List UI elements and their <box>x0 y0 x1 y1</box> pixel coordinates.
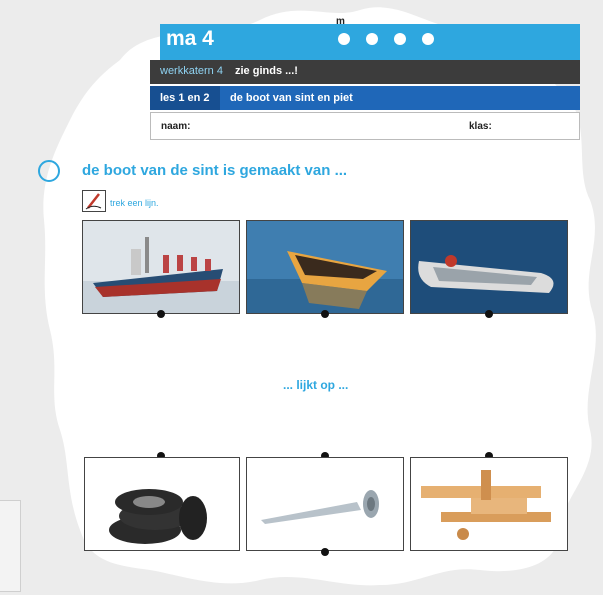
pencil-icon <box>82 190 106 212</box>
lesson-bar: les 1 en 2 de boot van sint en piet <box>150 86 580 110</box>
screw-image[interactable] <box>246 457 404 551</box>
connect-dot[interactable] <box>485 310 493 318</box>
connect-dot[interactable] <box>157 310 165 318</box>
subheading: ... lijkt op ... <box>283 378 349 392</box>
name-label: naam: <box>161 121 191 132</box>
instruction-text: trek een lijn. <box>110 198 159 208</box>
progress-dot <box>366 33 378 45</box>
book-bar: werkkatern 4 zie ginds ...! <box>150 60 580 84</box>
lesson-label: les 1 en 2 <box>150 86 220 110</box>
theme-header-bar: ma 4 m <box>160 16 580 60</box>
progress-dot <box>338 33 350 45</box>
connect-dot[interactable] <box>321 310 329 318</box>
theme-title: ma 4 <box>166 27 214 50</box>
book-label: werkkatern 4 <box>160 65 223 77</box>
progress-dots <box>338 32 450 50</box>
inflatable-boat-image[interactable] <box>410 220 568 314</box>
class-label: klas: <box>469 121 492 132</box>
toy-airplane-image[interactable] <box>410 457 568 551</box>
connect-dot[interactable] <box>321 548 329 556</box>
progress-dot <box>394 33 406 45</box>
rowboat-image[interactable] <box>246 220 404 314</box>
question-number <box>38 160 60 182</box>
theme-top-text: m <box>336 16 345 27</box>
question-text: de boot van de sint is gemaakt van ... <box>82 162 348 179</box>
tires-image[interactable] <box>84 457 240 551</box>
book-title: zie ginds ...! <box>235 65 298 77</box>
lesson-title: de boot van sint en piet <box>230 92 353 104</box>
name-class-row: naam: klas: <box>150 112 580 140</box>
ship-image[interactable] <box>82 220 240 314</box>
progress-dot <box>422 33 434 45</box>
